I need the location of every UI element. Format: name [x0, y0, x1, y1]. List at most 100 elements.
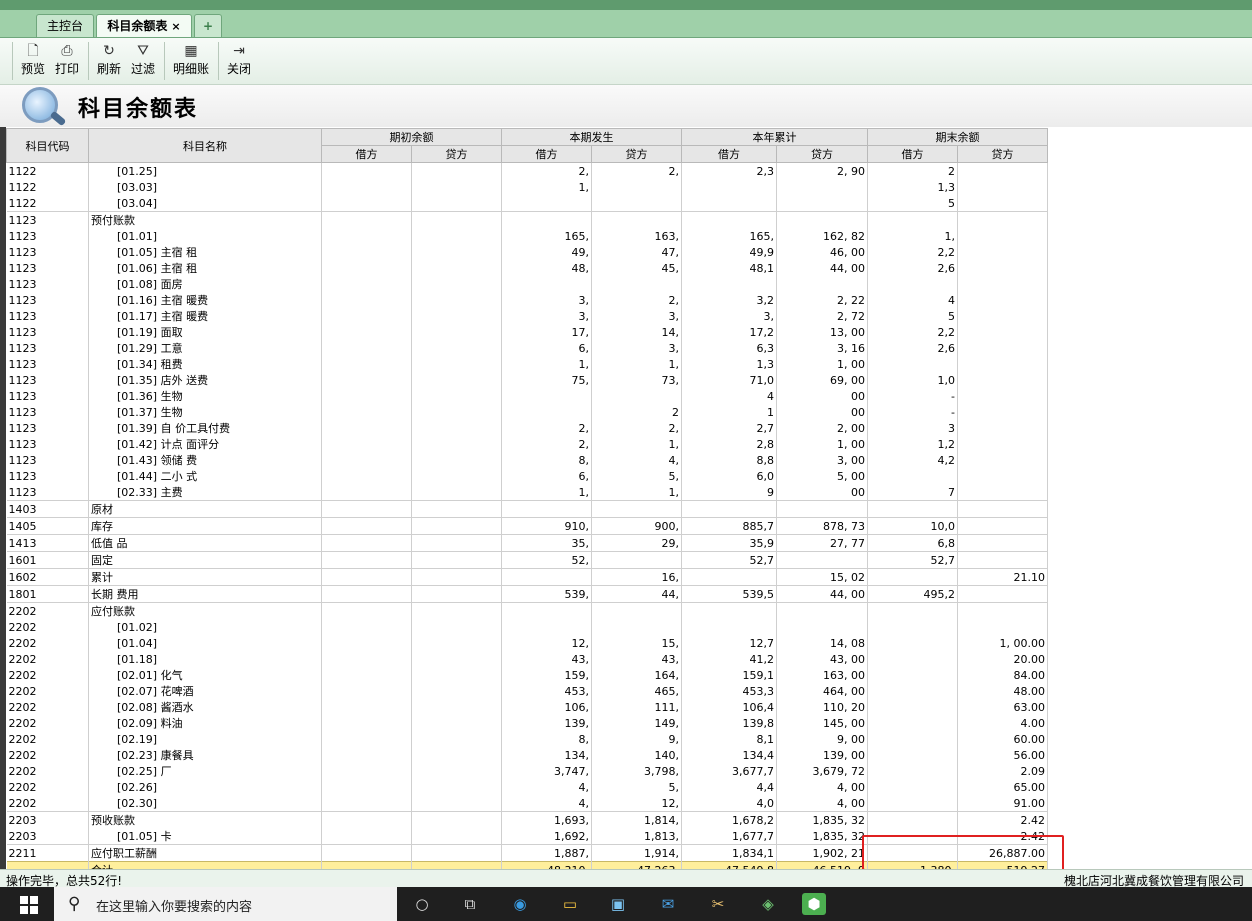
table-row[interactable]: 2202 [01.04] 12, 15, 12,7 14, 08 1, 00.00 — [6, 635, 1048, 651]
header-closing-credit[interactable]: 贷方 — [957, 145, 1048, 163]
cell-cc: 63.00 — [957, 699, 1048, 715]
header-closing[interactable]: 期末余额 — [867, 128, 1048, 146]
header-name[interactable]: 科目名称 — [88, 128, 322, 163]
header-code[interactable]: 科目代码 — [6, 128, 89, 163]
cell-cc: 65.00 — [957, 779, 1048, 795]
tools-icon[interactable]: ✂ — [706, 893, 730, 915]
header-ytd-credit[interactable]: 贷方 — [776, 145, 868, 163]
table-row[interactable]: 1413 低值 品 35, 29, 35,9 27, 77 6,8 — [6, 534, 1048, 552]
tab-main-console[interactable]: 主控台 — [36, 14, 94, 37]
table-row[interactable]: 2202 [02.25] 厂 3,747, 3,798, 3,677,7 3,679, 7… — [6, 763, 1048, 779]
header-opening[interactable]: 期初余额 — [321, 128, 502, 146]
table-row[interactable]: 1602 累计 16, 15, 02 21.10 — [6, 568, 1048, 586]
cell-cc — [957, 372, 1048, 388]
table-row[interactable]: 1123 [01.01] 165, 163, 165, 162, 82 1, — [6, 228, 1048, 244]
table-row[interactable]: 1123 [01.36] 生物 4 00- — [6, 388, 1048, 404]
table-row[interactable]: 1801 长期 费用 539, 44, 539,5 44, 00 495,2 — [6, 585, 1048, 603]
edge-browser-icon[interactable]: ◉ — [508, 893, 532, 915]
cell-pd: 1,887, — [501, 844, 592, 862]
close-button[interactable]: ⇥ 关闭 — [224, 42, 254, 82]
table-row[interactable]: 2203 预收账款 1,693, 1,814, 1,678,2 1,835, 32 2.42 — [6, 811, 1048, 828]
table-row[interactable]: 2202 [01.02] — [6, 619, 1048, 635]
header-ytd[interactable]: 本年累计 — [681, 128, 868, 146]
table-row[interactable]: 2202 [02.08] 酱酒水 106, 111, 106,4 110, 20 63.00 — [6, 699, 1048, 715]
table-row[interactable]: 1123 [02.33] 主费 1, 1, 9 00 7 — [6, 484, 1048, 501]
taskbar-search[interactable]: ⚲ 在这里输入你要搜索的内容 — [54, 887, 397, 921]
table-row[interactable]: 1403 原材 — [6, 500, 1048, 518]
refresh-button[interactable]: ↻ 刷新 — [94, 42, 124, 82]
cell-pc: 2, — [591, 162, 682, 179]
cell-yc — [776, 179, 868, 195]
cell-yd: 3, — [681, 308, 777, 324]
table-row[interactable]: 1123 预付账款 — [6, 211, 1048, 228]
table-row[interactable]: 1122 [01.25] 2, 2, 2,3 2, 90 2 — [6, 162, 1048, 179]
table-row[interactable]: 1123 [01.43] 领储 费 8, 4, 8,8 3, 00 4,2 — [6, 452, 1048, 468]
cell-cd: 2,6 — [867, 340, 958, 356]
cell-pd: 8, — [501, 452, 592, 468]
table-row[interactable]: 1123 [01.05] 主宿 租 49, 47, 49,9 46, 00 2,2 — [6, 244, 1048, 260]
store-icon[interactable]: ▣ — [606, 893, 630, 915]
filter-button[interactable]: ⛛ 过滤 — [128, 42, 158, 82]
cell-pc: 73, — [591, 372, 682, 388]
tab-balance-sheet[interactable]: 科目余额表 × — [96, 14, 192, 37]
table-row[interactable]: 2202 [02.26] 4, 5, 4,4 4, 00 65.00 — [6, 779, 1048, 795]
accounting-app-icon[interactable]: ⬢ — [802, 893, 826, 915]
windows-start-icon[interactable] — [20, 896, 38, 914]
table-row[interactable]: 1123 [01.35] 店外 送费 75, 73, 71,0 69, 00 1,0 — [6, 372, 1048, 388]
table-row[interactable]: 2202 应付账款 — [6, 602, 1048, 619]
table-row[interactable]: 2202 [02.07] 花啤酒 453, 465, 453,3 464, 00 48.00 — [6, 683, 1048, 699]
header-closing-debit[interactable]: 借方 — [867, 145, 958, 163]
table-row[interactable]: 1123 [01.39] 自 价工具付费 2, 2, 2,7 2, 00 3 — [6, 420, 1048, 436]
table-row[interactable]: 1123 [01.16] 主宿 暖费 3, 2, 3,2 2, 22 4 — [6, 292, 1048, 308]
table-row[interactable]: 1122 [03.04] 5 — [6, 195, 1048, 212]
table-row[interactable]: 1123 [01.37] 生物 2 1 00- — [6, 404, 1048, 420]
cortana-icon[interactable]: ○ — [410, 893, 434, 915]
cell-yd: 1,834,1 — [681, 844, 777, 862]
add-tab-button[interactable]: + — [194, 14, 222, 37]
table-row[interactable]: 1123 [01.17] 主宿 暖费 3, 3, 3, 2, 72 5 — [6, 308, 1048, 324]
cell-yd: 2,3 — [681, 162, 777, 179]
task-view-icon[interactable]: ⧉ — [458, 893, 482, 915]
table-row[interactable]: 1123 [01.06] 主宿 租 48, 45, 48,1 44, 00 2,6 — [6, 260, 1048, 276]
mail-icon[interactable]: ✉ — [656, 893, 680, 915]
table-row[interactable]: 1123 [01.19] 面取 17, 14, 17,2 13, 00 2,2 — [6, 324, 1048, 340]
header-period-credit[interactable]: 贷方 — [591, 145, 682, 163]
header-ytd-debit[interactable]: 借方 — [681, 145, 777, 163]
table-row[interactable]: 2202 [01.18] 43, 43, 41,2 43, 00 20.00 — [6, 651, 1048, 667]
file-explorer-icon[interactable]: ▭ — [558, 893, 582, 915]
table-row[interactable]: 2202 [02.01] 化气 159, 164, 159,1 163, 00 84.00 — [6, 667, 1048, 683]
preview-button[interactable]: 🗋 预览 — [18, 42, 48, 82]
table-row[interactable]: 1122 [03.03] 1, 1,3 — [6, 179, 1048, 195]
table-row[interactable]: 2202 [02.23] 康餐具 134, 140, 134,4 139, 00 56.00 — [6, 747, 1048, 763]
table-row[interactable]: 1123 [01.42] 计点 面评分 2, 1, 2,8 1, 00 1,2 — [6, 436, 1048, 452]
table-row[interactable]: 1123 [01.34] 租费 1, 1, 1,3 1, 00 — [6, 356, 1048, 372]
header-opening-debit[interactable]: 借方 — [321, 145, 412, 163]
table-row[interactable]: 1405 库存 910, 900, 885,7 878, 73 10,0 — [6, 517, 1048, 535]
table-row[interactable]: 2202 [02.19] 8, 9, 8,1 9, 00 60.00 — [6, 731, 1048, 747]
table-row[interactable]: 2202 [02.30] 4, 12, 4,0 4, 00 91.00 — [6, 795, 1048, 812]
cell-yc: 2, 90 — [776, 162, 868, 179]
header-period-debit[interactable]: 借方 — [501, 145, 592, 163]
cell-cd — [867, 731, 958, 747]
table-row[interactable]: 1123 [01.44] 二小 式 6, 5, 6,0 5, 00 — [6, 468, 1048, 484]
cell-oc — [411, 828, 502, 845]
table-row[interactable]: 1123 [01.29] 工意 6, 3, 6,3 3, 16 2,6 — [6, 340, 1048, 356]
cell-name: 应付职工薪酬 — [88, 844, 322, 862]
header-opening-credit[interactable]: 贷方 — [411, 145, 502, 163]
cell-yd: 1,678,2 — [681, 811, 777, 828]
header-period[interactable]: 本期发生 — [501, 128, 682, 146]
detail-ledger-button[interactable]: ▦ 明细账 — [170, 42, 212, 82]
cell-yd: 8,1 — [681, 731, 777, 747]
close-icon[interactable]: × — [171, 20, 180, 33]
cell-yc: 1,835, 32 — [776, 828, 868, 845]
cell-yd: 17,2 — [681, 324, 777, 340]
table-row[interactable]: 1601 固定 52, 52,7 52,7 — [6, 551, 1048, 569]
cell-name: [03.03] — [88, 179, 322, 195]
cell-od — [321, 372, 412, 388]
table-row[interactable]: 2202 [02.09] 料油 139, 149, 139,8 145, 00 4.00 — [6, 715, 1048, 731]
print-button[interactable]: ⎙ 打印 — [52, 42, 82, 82]
app-icon[interactable]: ◈ — [756, 893, 780, 915]
cell-code: 1123 — [6, 292, 89, 308]
cell-cd: 6,8 — [867, 534, 958, 552]
table-row[interactable]: 1123 [01.08] 面房 — [6, 276, 1048, 292]
